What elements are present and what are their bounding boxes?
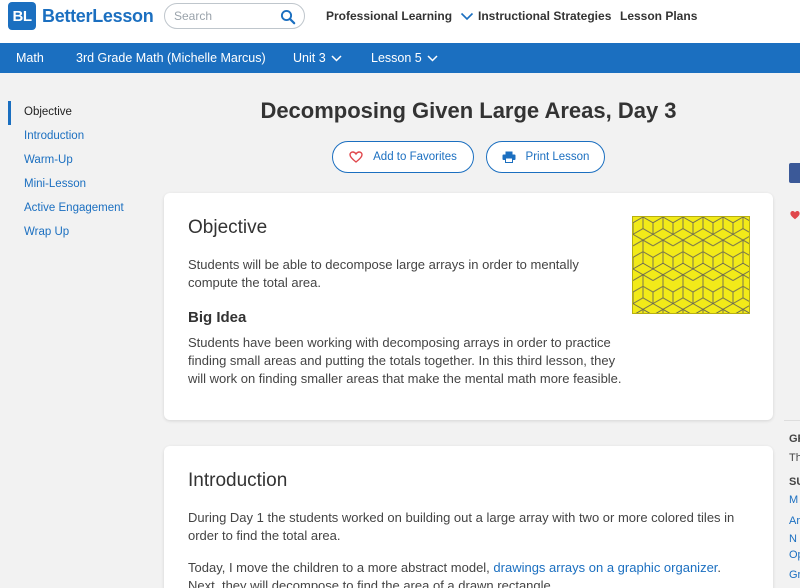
breadcrumb-bar: Math 3rd Grade Math (Michelle Marcus) Un…: [0, 43, 800, 73]
nav-lesson-plans[interactable]: Lesson Plans: [620, 9, 697, 23]
add-to-favorites-button[interactable]: Add to Favorites: [332, 141, 474, 173]
rail-text-1: Th: [789, 452, 800, 464]
sidebar-item-objective[interactable]: Objective: [8, 101, 124, 125]
facebook-share-icon[interactable]: [789, 163, 800, 183]
objective-text: Students will be able to decompose large…: [188, 257, 579, 290]
objective-card: Objective Students will be able to decom…: [164, 193, 773, 420]
breadcrumb-unit-label: Unit 3: [293, 51, 326, 65]
printer-icon: [502, 151, 516, 163]
breadcrumb-lesson-label: Lesson 5: [371, 51, 422, 65]
big-idea-text: Students have been working with decompos…: [188, 335, 622, 386]
chevron-down-icon: [460, 12, 474, 20]
rail-link-1[interactable]: M: [789, 494, 798, 506]
rail-label-1: GR: [789, 433, 800, 445]
lesson-thumbnail-image: [632, 216, 750, 314]
rail-link-3[interactable]: N: [789, 533, 797, 545]
introduction-heading: Introduction: [188, 470, 288, 491]
introduction-paragraph-2-start: Today, I move the children to a more abs…: [188, 560, 494, 575]
chevron-down-icon: [427, 54, 438, 62]
nav-professional-learning-label: Professional Learning: [326, 9, 453, 23]
section-navigation: Objective Introduction Warm-Up Mini-Less…: [8, 101, 124, 245]
rail-divider: [784, 420, 800, 421]
introduction-card: Introduction During Day 1 the students w…: [164, 446, 773, 588]
top-navigation: BL BetterLesson Professional Learning In…: [0, 0, 800, 43]
chevron-down-icon: [331, 54, 342, 62]
heart-icon: [349, 151, 363, 163]
print-lesson-label: Print Lesson: [525, 151, 590, 163]
sidebar-item-mini-lesson[interactable]: Mini-Lesson: [8, 173, 124, 197]
objective-heading: Objective: [188, 217, 268, 238]
sidebar-item-wrap-up[interactable]: Wrap Up: [8, 221, 124, 245]
nav-professional-learning[interactable]: Professional Learning: [326, 9, 474, 23]
breadcrumb-subject[interactable]: Math: [16, 51, 44, 65]
search-input[interactable]: [174, 9, 274, 23]
cube-pattern-image: [633, 217, 749, 313]
graphic-organizer-link[interactable]: drawings arrays on a graphic organizer: [493, 560, 717, 575]
heart-icon[interactable]: [790, 210, 800, 220]
breadcrumb-lesson[interactable]: Lesson 5: [371, 51, 438, 65]
search-box: [164, 3, 305, 29]
logo-badge: BL: [8, 2, 36, 30]
add-to-favorites-label: Add to Favorites: [373, 151, 457, 163]
rail-link-4[interactable]: Op: [789, 549, 800, 561]
rail-link-2[interactable]: Ar: [789, 515, 800, 527]
big-idea-heading: Big Idea: [188, 309, 247, 326]
introduction-paragraph-2: Today, I move the children to a more abs…: [188, 559, 753, 588]
rail-label-2: SU: [789, 476, 800, 488]
breadcrumb-course[interactable]: 3rd Grade Math (Michelle Marcus): [76, 51, 266, 65]
page-title: Decomposing Given Large Areas, Day 3: [260, 98, 677, 123]
print-lesson-button[interactable]: Print Lesson: [486, 141, 605, 173]
logo[interactable]: BL BetterLesson: [8, 2, 154, 30]
nav-instructional-strategies[interactable]: Instructional Strategies: [478, 9, 611, 23]
breadcrumb-unit[interactable]: Unit 3: [293, 51, 342, 65]
search-icon[interactable]: [280, 9, 296, 25]
sidebar-item-warm-up[interactable]: Warm-Up: [8, 149, 124, 173]
introduction-paragraph-1: During Day 1 the students worked on buil…: [188, 510, 735, 543]
logo-text: BetterLesson: [42, 5, 154, 26]
sidebar-item-introduction[interactable]: Introduction: [8, 125, 124, 149]
sidebar-item-active-engagement[interactable]: Active Engagement: [8, 197, 124, 221]
rail-link-5[interactable]: Gr: [789, 569, 800, 581]
